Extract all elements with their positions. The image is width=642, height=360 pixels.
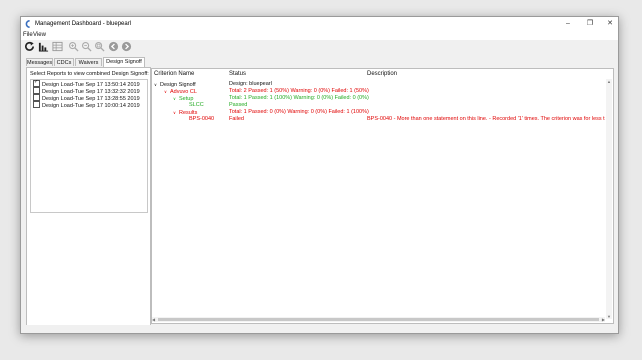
refresh-icon[interactable] xyxy=(24,41,35,52)
status-cell: Total: 1 Passed: 1 (100%) Warning: 0 (0%… xyxy=(229,95,369,101)
description-cell: BPS-0040 - More than one statement on th… xyxy=(367,116,605,122)
criterion-name: BPS-0040 xyxy=(189,116,215,122)
close-button[interactable]: ✕ xyxy=(599,18,618,30)
scroll-up-icon[interactable]: ▲ xyxy=(607,79,611,84)
report-item[interactable]: Design Load-Tue Sep 17 10:00:14 2019 xyxy=(33,101,140,109)
report-label: Design Load-Tue Sep 17 10:00:14 2019 xyxy=(42,102,140,109)
prev-icon[interactable] xyxy=(108,41,119,52)
horizontal-scrollbar[interactable]: ◀ ▶ xyxy=(152,317,605,322)
tab-design-signoff[interactable]: Design Signoff xyxy=(103,57,145,67)
report-checkbox[interactable] xyxy=(33,94,40,101)
tree-row-setup[interactable]: ∨ Setup xyxy=(173,95,193,102)
report-selection-panel: Select Reports to view combined Design S… xyxy=(26,67,151,326)
main-window: Management Dashboard - bluepearl – ❐ ✕ F… xyxy=(20,16,619,334)
tree-row-design-signoff[interactable]: ∨ Design Signoff xyxy=(154,81,196,88)
scroll-left-icon[interactable]: ◀ xyxy=(152,317,155,322)
scroll-right-icon[interactable]: ▶ xyxy=(602,317,605,322)
next-icon[interactable] xyxy=(121,41,132,52)
tree-row-advuvo-cl[interactable]: ∨ Advuvo CL xyxy=(164,88,197,95)
chart-icon[interactable] xyxy=(38,41,49,52)
column-header-criterion[interactable]: Criterion Name xyxy=(154,71,194,77)
zoom-in-icon[interactable] xyxy=(68,41,79,52)
title-bar: Management Dashboard - bluepearl – ❐ ✕ xyxy=(21,17,618,32)
scroll-down-icon[interactable]: ▼ xyxy=(607,314,611,319)
app-icon xyxy=(25,20,30,28)
toolbar xyxy=(21,40,618,53)
grid-icon[interactable] xyxy=(52,41,63,52)
report-checkbox[interactable] xyxy=(33,101,40,108)
status-cell: Total: 1 Passed: 0 (0%) Warning: 0 (0%) … xyxy=(229,109,369,115)
report-item[interactable]: Design Load-Tue Sep 17 13:28:55 2019 xyxy=(33,94,140,102)
tab-waivers[interactable]: Waivers xyxy=(75,58,102,66)
report-checkbox[interactable] xyxy=(33,79,40,87)
tab-messages[interactable]: Messages xyxy=(26,58,53,66)
menu-bar: File View xyxy=(21,32,618,40)
report-item[interactable]: Design Load-Tue Sep 17 13:32:32 2019 xyxy=(33,87,140,95)
zoom-fit-icon[interactable] xyxy=(94,41,105,52)
minimize-button[interactable]: – xyxy=(557,18,579,30)
tree-row-slcc[interactable]: SLCC xyxy=(189,102,204,109)
window-title: Management Dashboard - bluepearl xyxy=(35,21,132,27)
zoom-out-icon[interactable] xyxy=(81,41,92,52)
maximize-button[interactable]: ❐ xyxy=(579,18,601,30)
menu-file[interactable]: File xyxy=(23,32,33,38)
vertical-scrollbar[interactable]: ▲ ▼ xyxy=(606,79,612,319)
report-list: Design Load-Tue Sep 17 13:50:14 2019 Des… xyxy=(30,79,148,213)
report-checkbox[interactable] xyxy=(33,87,40,94)
menu-view[interactable]: View xyxy=(33,32,46,38)
status-cell: Failed xyxy=(229,116,244,122)
horizontal-scroll-thumb[interactable] xyxy=(158,318,599,321)
criterion-name: SLCC xyxy=(189,102,204,108)
tree-row-results[interactable]: ∨ Results xyxy=(173,109,197,116)
report-item[interactable]: Design Load-Tue Sep 17 13:50:14 2019 xyxy=(33,79,140,88)
report-selection-hint: Select Reports to view combined Design S… xyxy=(30,71,149,77)
column-header-description[interactable]: Description xyxy=(367,71,397,77)
status-bar xyxy=(21,325,618,333)
tree-row-bps-0040[interactable]: BPS-0040 xyxy=(189,116,214,123)
status-cell: Design: bluepearl xyxy=(229,81,272,87)
status-cell: Passed xyxy=(229,102,248,108)
signoff-grid: Criterion Name Status Description ∨ Desig… xyxy=(151,68,614,324)
column-header-status[interactable]: Status xyxy=(229,71,246,77)
tab-cdcs[interactable]: CDCs xyxy=(54,58,74,66)
status-cell: Total: 2 Passed: 1 (50%) Warning: 0 (0%)… xyxy=(229,88,369,94)
